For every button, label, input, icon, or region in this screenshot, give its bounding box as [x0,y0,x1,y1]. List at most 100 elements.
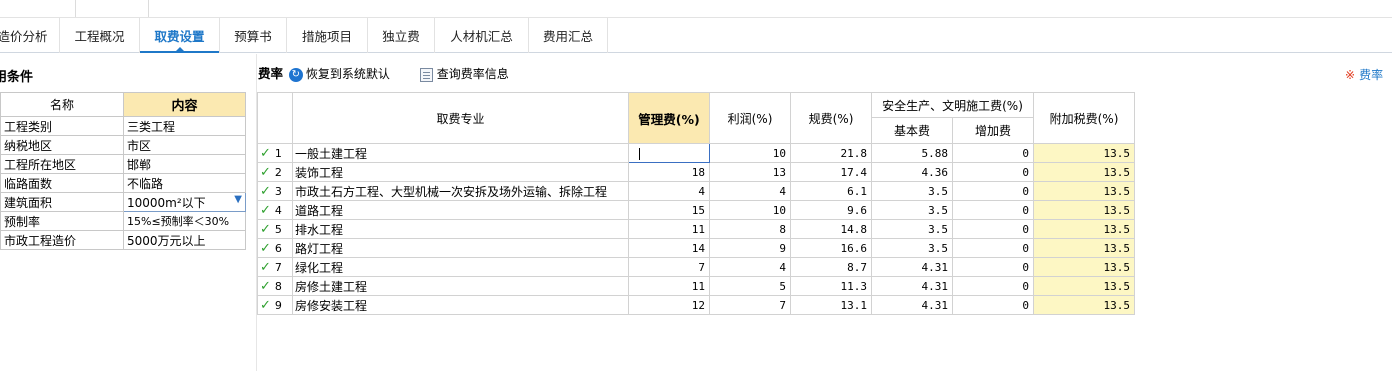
row-index[interactable]: ✓ 2 [257,162,293,182]
surtax-cell[interactable]: 13.5 [1033,181,1135,201]
condition-value[interactable]: 5000万元以上 [123,230,246,250]
specialty-cell[interactable]: 道路工程 [292,200,629,220]
surtax-cell[interactable]: 13.5 [1033,219,1135,239]
header-management-fee: 管理费(%) [628,92,710,144]
tab-measures[interactable]: 措施项目 [287,18,368,53]
surtax-cell[interactable]: 13.5 [1033,143,1135,163]
condition-value[interactable]: 邯郸 [123,154,246,174]
additional-fee-cell[interactable]: 0 [952,295,1034,315]
condition-value[interactable]: 市区 [123,135,246,155]
regulation-fee-cell[interactable]: 6.1 [790,181,872,201]
basic-fee-cell[interactable]: 3.5 [871,200,953,220]
profit-cell[interactable]: 5 [709,276,791,296]
additional-fee-cell[interactable]: 0 [952,257,1034,277]
table-row: 工程所在地区 邯郸 [0,154,246,174]
rate-link[interactable]: ※ 费率 [1345,66,1383,83]
specialty-cell[interactable]: 市政土石方工程、大型机械一次安拆及场外运输、拆除工程 [292,181,629,201]
basic-fee-cell[interactable]: 3.5 [871,238,953,258]
profit-cell[interactable]: 4 [709,181,791,201]
condition-value[interactable]: 三类工程 [123,116,246,136]
management-fee-cell[interactable]: 7 [628,257,710,277]
regulation-fee-cell[interactable]: 9.6 [790,200,872,220]
additional-fee-cell[interactable]: 0 [952,238,1034,258]
chevron-down-icon[interactable]: ▼ [234,194,242,205]
management-fee-cell[interactable]: 14 [628,238,710,258]
tab-independent-fee[interactable]: 独立费 [368,18,435,53]
additional-fee-cell[interactable]: 0 [952,276,1034,296]
basic-fee-cell[interactable]: 4.31 [871,276,953,296]
specialty-cell[interactable]: 房修土建工程 [292,276,629,296]
query-rate-label: 查询费率信息 [436,67,509,81]
surtax-cell[interactable]: 13.5 [1033,238,1135,258]
row-index[interactable]: ✓ 4 [257,200,293,220]
management-fee-cell[interactable]: 11 [628,219,710,239]
additional-fee-cell[interactable]: 0 [952,219,1034,239]
row-index[interactable]: ✓ 6 [257,238,293,258]
specialty-cell[interactable]: 排水工程 [292,219,629,239]
profit-cell[interactable]: 10 [709,200,791,220]
additional-fee-cell[interactable]: 0 [952,200,1034,220]
check-icon: ✓ [260,297,271,313]
row-index[interactable]: ✓ 8 [257,276,293,296]
specialty-cell[interactable]: 绿化工程 [292,257,629,277]
specialty-cell[interactable]: 路灯工程 [292,238,629,258]
surtax-cell[interactable]: 13.5 [1033,257,1135,277]
reset-default-button[interactable]: ↻ 恢复到系统默认 [288,67,390,82]
surtax-cell[interactable]: 13.5 [1033,295,1135,315]
condition-value[interactable]: 15%≤预制率＜30% [123,211,246,231]
basic-fee-cell[interactable]: 4.36 [871,162,953,182]
regulation-fee-cell[interactable]: 14.8 [790,219,872,239]
building-area-select[interactable]: 10000m²以下 ▼ [123,192,246,212]
table-row: ✓ 1 一般土建工程 10 21.8 5.88 0 13.5 [257,143,1135,163]
header-additional-fee: 增加费 [952,117,1034,144]
regulation-fee-cell[interactable]: 13.1 [790,295,872,315]
additional-fee-cell[interactable]: 0 [952,143,1034,163]
row-index[interactable]: ✓ 7 [257,257,293,277]
row-index[interactable]: ✓ 5 [257,219,293,239]
profit-cell[interactable]: 7 [709,295,791,315]
tab-fee-settings[interactable]: 取费设置 [140,18,220,53]
table-row: 临路面数 不临路 [0,173,246,193]
profit-cell[interactable]: 10 [709,143,791,163]
surtax-cell[interactable]: 13.5 [1033,200,1135,220]
tab-budget-book[interactable]: 预算书 [220,18,287,53]
profit-cell[interactable]: 9 [709,238,791,258]
regulation-fee-cell[interactable]: 21.8 [790,143,872,163]
surtax-cell[interactable]: 13.5 [1033,276,1135,296]
specialty-cell[interactable]: 装饰工程 [292,162,629,182]
basic-fee-cell[interactable]: 3.5 [871,181,953,201]
row-index[interactable]: ✓ 3 [257,181,293,201]
tab-cost-analysis[interactable]: 造价分析 [0,18,60,53]
profit-cell[interactable]: 8 [709,219,791,239]
tab-labor-material-summary[interactable]: 人材机汇总 [435,18,529,53]
specialty-cell[interactable]: 一般土建工程 [292,143,629,163]
query-rate-button[interactable]: 查询费率信息 [419,67,509,82]
table-row: ✓ 5 排水工程 11 8 14.8 3.5 0 13.5 [257,219,1135,239]
additional-fee-cell[interactable]: 0 [952,162,1034,182]
top-strip [0,0,1392,18]
management-fee-cell[interactable] [628,143,710,163]
regulation-fee-cell[interactable]: 16.6 [790,238,872,258]
row-index[interactable]: ✓ 9 [257,295,293,315]
basic-fee-cell[interactable]: 4.31 [871,257,953,277]
additional-fee-cell[interactable]: 0 [952,181,1034,201]
regulation-fee-cell[interactable]: 8.7 [790,257,872,277]
profit-cell[interactable]: 13 [709,162,791,182]
regulation-fee-cell[interactable]: 11.3 [790,276,872,296]
basic-fee-cell[interactable]: 4.31 [871,295,953,315]
regulation-fee-cell[interactable]: 17.4 [790,162,872,182]
basic-fee-cell[interactable]: 5.88 [871,143,953,163]
profit-cell[interactable]: 4 [709,257,791,277]
management-fee-cell[interactable]: 15 [628,200,710,220]
basic-fee-cell[interactable]: 3.5 [871,219,953,239]
tab-cost-summary[interactable]: 费用汇总 [529,18,608,53]
row-index[interactable]: ✓ 1 [257,143,293,163]
management-fee-cell[interactable]: 4 [628,181,710,201]
management-fee-cell[interactable]: 12 [628,295,710,315]
surtax-cell[interactable]: 13.5 [1033,162,1135,182]
management-fee-cell[interactable]: 11 [628,276,710,296]
condition-value[interactable]: 不临路 [123,173,246,193]
management-fee-cell[interactable]: 18 [628,162,710,182]
specialty-cell[interactable]: 房修安装工程 [292,295,629,315]
tab-project-overview[interactable]: 工程概况 [60,18,140,53]
